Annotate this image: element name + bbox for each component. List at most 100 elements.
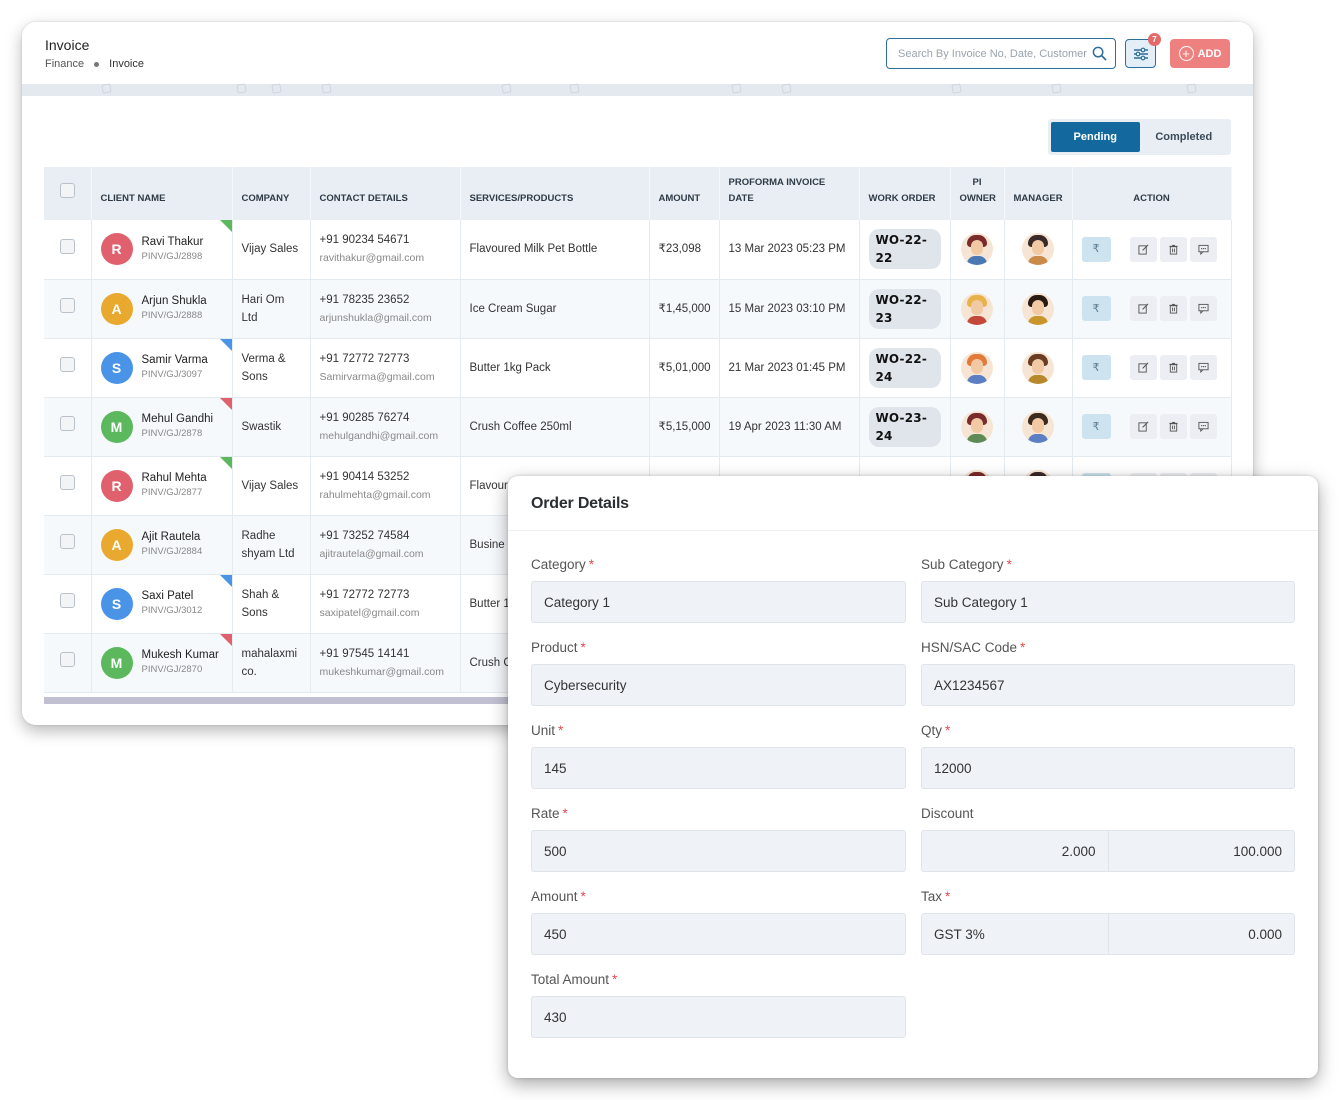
product: Ice Cream Sugar — [460, 279, 650, 339]
email[interactable]: ajitrautela@gmail.com — [320, 545, 451, 563]
delete-button[interactable] — [1159, 355, 1187, 380]
table-row[interactable]: R Ravi Thakur PINV/GJ/2898 Vijay Sales +… — [44, 220, 1232, 280]
client-name[interactable]: Ajit Rautela — [142, 530, 203, 545]
table-row[interactable]: M Mehul Gandhi PINV/GJ/2878 Swastik +91 … — [44, 397, 1232, 457]
row-checkbox[interactable] — [59, 298, 75, 313]
column-header-proforma-invoice-date[interactable]: PROFORMA INVOICE DATE — [719, 167, 860, 220]
client-name[interactable]: Saxi Patel — [142, 589, 203, 604]
client-name[interactable]: Arjun Shukla — [142, 294, 207, 309]
pi-owner-avatar — [961, 410, 993, 443]
tax-type-select[interactable]: GST 3% — [922, 914, 1108, 954]
edit-button[interactable] — [1129, 414, 1157, 439]
table-row[interactable]: A Arjun Shukla PINV/GJ/2888 Hari Om Ltd … — [44, 279, 1232, 339]
discount-amount-input[interactable]: 100.000 — [1107, 831, 1295, 871]
work-order-cell: WO-23-24 — [859, 397, 951, 457]
delete-button[interactable] — [1159, 236, 1187, 262]
payment-button[interactable]: ₹ — [1081, 236, 1111, 262]
email[interactable]: saxipatel@gmail.com — [320, 604, 451, 622]
email[interactable]: rahulmehta@gmail.com — [320, 486, 451, 504]
work-order-badge[interactable]: WO-22-22 — [868, 229, 941, 270]
row-checkbox[interactable] — [59, 475, 75, 490]
email[interactable]: ravithakur@gmail.com — [320, 249, 451, 267]
tab-completed[interactable]: Completed — [1140, 122, 1229, 152]
category-input[interactable]: Category 1 — [531, 581, 906, 623]
client-name[interactable]: Ravi Thakur — [142, 235, 204, 250]
breadcrumb-invoice: Invoice — [109, 58, 144, 70]
column-header-manager[interactable]: MANAGER — [1004, 167, 1073, 220]
hsn-input[interactable]: AX1234567 — [921, 664, 1295, 706]
product-input[interactable]: Cybersecurity — [531, 664, 906, 706]
amount-input[interactable]: 450 — [531, 913, 906, 955]
client-name[interactable]: Mehul Gandhi — [142, 412, 214, 427]
email[interactable]: mukeshkumar@gmail.com — [320, 663, 451, 681]
email[interactable]: arjunshukla@gmail.com — [320, 309, 451, 327]
column-header-contact-details[interactable]: CONTACT DETAILS — [310, 167, 461, 220]
payment-button[interactable]: ₹ — [1081, 355, 1111, 380]
row-checkbox[interactable] — [59, 357, 75, 372]
row-checkbox[interactable] — [59, 652, 75, 667]
comment-button[interactable] — [1189, 414, 1217, 439]
edit-button[interactable] — [1129, 236, 1157, 262]
comment-icon — [1197, 303, 1209, 314]
client-info: Mehul Gandhi PINV/GJ/2878 — [142, 412, 214, 441]
comment-button[interactable] — [1189, 355, 1217, 380]
field-qty: Qty * 12000 — [921, 722, 1295, 805]
breadcrumb-finance[interactable]: Finance — [45, 58, 84, 70]
total-amount-input[interactable]: 430 — [531, 996, 906, 1038]
column-header-company[interactable]: COMPANY — [232, 167, 311, 220]
client-name[interactable]: Samir Varma — [142, 353, 208, 368]
column-header-services-products[interactable]: SERVICES/PRODUCTS — [460, 167, 650, 220]
select-all-checkbox[interactable] — [59, 183, 75, 198]
client-name[interactable]: Rahul Mehta — [142, 471, 207, 486]
email[interactable]: mehulgandhi@gmail.com — [320, 427, 451, 445]
payment-button[interactable]: ₹ — [1081, 296, 1111, 321]
edit-button[interactable] — [1129, 355, 1157, 380]
pi-owner-avatar — [961, 233, 993, 266]
column-header-amount[interactable]: AMOUNT — [649, 167, 720, 220]
work-order-badge[interactable]: WO-22-24 — [868, 347, 941, 388]
comment-button[interactable] — [1189, 236, 1217, 262]
row-checkbox[interactable] — [59, 593, 75, 608]
table-row[interactable]: S Samir Varma PINV/GJ/3097 Verma & Sons … — [44, 338, 1232, 398]
field-discount: Discount 2.000 100.000 — [921, 805, 1295, 888]
search-input[interactable] — [898, 47, 1092, 60]
sub-category-input[interactable]: Sub Category 1 — [921, 581, 1295, 623]
delete-button[interactable] — [1159, 296, 1187, 321]
pi-owner-cell — [950, 338, 1005, 398]
row-checkbox[interactable] — [59, 534, 75, 549]
edit-button[interactable] — [1129, 296, 1157, 321]
tab-pending[interactable]: Pending — [1051, 122, 1140, 152]
trash-icon — [1168, 244, 1178, 255]
client-id: PINV/GJ/2870 — [141, 664, 203, 675]
client-info: Arjun Shukla PINV/GJ/2888 — [142, 294, 207, 323]
column-header-pi-owner[interactable]: PI OWNER — [950, 167, 1005, 220]
contact-details: +91 72772 72773 saxipatel@gmail.com — [310, 574, 461, 634]
search-box[interactable] — [886, 38, 1116, 69]
email[interactable]: Samirvarma@gmail.com — [320, 368, 451, 386]
work-order-badge[interactable]: WO-22-23 — [868, 288, 941, 329]
manager-avatar — [1022, 351, 1054, 384]
column-header-work-order[interactable]: WORK ORDER — [859, 167, 951, 220]
order-form: Category * Category 1 Sub Category * Sub C… — [531, 556, 1295, 1054]
delete-button[interactable] — [1159, 414, 1187, 439]
decorative-pattern — [22, 83, 1253, 96]
client-name[interactable]: Mukesh Kumar — [142, 648, 219, 663]
row-checkbox[interactable] — [59, 416, 75, 431]
phone: +91 78235 23652 — [319, 293, 410, 306]
row-checkbox[interactable] — [59, 238, 75, 254]
work-order-badge[interactable]: WO-23-24 — [868, 406, 941, 447]
add-button[interactable]: + ADD — [1170, 39, 1230, 68]
comment-button[interactable] — [1189, 296, 1217, 321]
search-icon[interactable] — [1092, 46, 1107, 61]
unit-input[interactable]: 145 — [531, 747, 906, 789]
payment-button[interactable]: ₹ — [1081, 414, 1111, 439]
tax-amount-input[interactable]: 0.000 — [1107, 914, 1295, 954]
row-actions: ₹ — [1081, 236, 1222, 262]
work-order-cell: WO-22-22 — [859, 220, 951, 280]
qty-input[interactable]: 12000 — [921, 747, 1295, 789]
discount-percent-input[interactable]: 2.000 — [922, 831, 1108, 871]
column-header-client-name[interactable]: CLIENT NAME — [91, 167, 233, 220]
company: Vijay Sales — [232, 220, 311, 280]
client: R Rahul Mehta PINV/GJ/2877 — [100, 469, 223, 502]
rate-input[interactable]: 500 — [531, 830, 906, 872]
